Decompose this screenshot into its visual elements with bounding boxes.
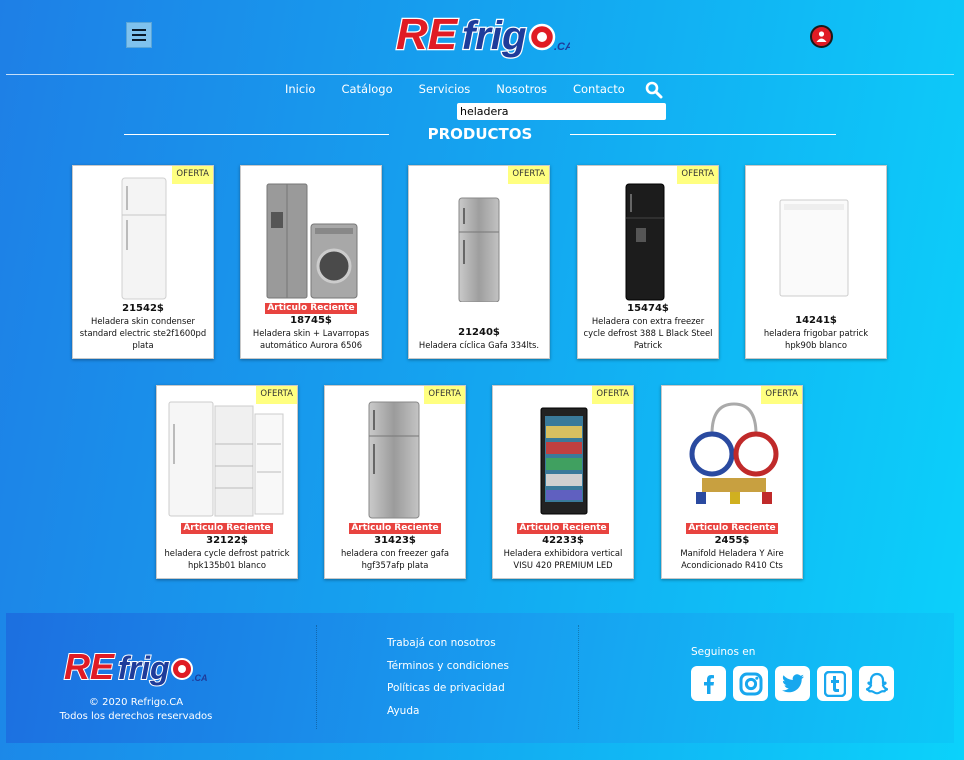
logo[interactable]: RE frig .CA xyxy=(394,4,573,62)
footer-link-privacidad[interactable]: Políticas de privacidad xyxy=(387,682,509,705)
svg-text:RE: RE xyxy=(396,10,459,59)
header-divider xyxy=(6,74,954,75)
product-card[interactable]: OFERTA Articulo Reciente 32122$ heladera… xyxy=(156,385,298,579)
product-price: 14241$ xyxy=(795,315,837,326)
oferta-badge: OFERTA xyxy=(256,386,297,404)
product-image xyxy=(493,394,633,522)
product-image xyxy=(325,394,465,522)
product-name[interactable]: Heladera cíclica Gafa 334lts. xyxy=(413,339,545,351)
follow-label: Seguinos en xyxy=(691,646,756,658)
product-card[interactable]: OFERTA Articulo Reciente 31423$ heladera… xyxy=(324,385,466,579)
product-image xyxy=(241,174,381,302)
svg-text:.CA: .CA xyxy=(192,673,208,683)
product-name[interactable]: heladera cycle defrost patrick hpk135b01… xyxy=(161,547,293,571)
product-name[interactable]: Heladera skin + Lavarropas automático Au… xyxy=(245,327,377,351)
copyright-text: © 2020 Refrigo.CA xyxy=(88,697,184,708)
rights-text: Todos los derechos reservados xyxy=(59,711,213,722)
product-card[interactable]: OFERTA 21240$ Heladera cíclica Gafa 334l… xyxy=(408,165,550,359)
svg-text:RE: RE xyxy=(64,646,115,687)
social-links xyxy=(691,666,894,701)
nav-item-servicios[interactable]: Servicios xyxy=(419,82,471,96)
product-price: 21542$ xyxy=(122,303,164,314)
product-card[interactable]: OFERTA Articulo Reciente 2455$ Manifold … xyxy=(661,385,803,579)
product-card[interactable]: OFERTA Articulo Reciente 42233$ Heladera… xyxy=(492,385,634,579)
reciente-tag: Articulo Reciente xyxy=(181,523,273,534)
product-image xyxy=(157,394,297,522)
product-image xyxy=(662,394,802,522)
oferta-badge: OFERTA xyxy=(677,166,718,184)
product-name[interactable]: heladera con freezer gafa hgf357afp plat… xyxy=(329,547,461,571)
product-card[interactable]: OFERTA 15474$ Heladera con extra freezer… xyxy=(577,165,719,359)
product-image xyxy=(409,174,549,303)
footer-logo[interactable]: RE frig .CA xyxy=(62,641,208,693)
nav-item-contacto[interactable]: Contacto xyxy=(573,82,625,96)
refrigo-logo-icon: RE frig .CA xyxy=(395,9,573,61)
product-image xyxy=(73,174,213,302)
svg-text:.CA: .CA xyxy=(554,41,570,53)
oferta-badge: OFERTA xyxy=(172,166,213,184)
reciente-tag: Articulo Reciente xyxy=(265,303,357,314)
oferta-badge: OFERTA xyxy=(508,166,549,184)
product-price: 15474$ xyxy=(627,303,669,314)
footer-links: Trabajá con nosotros Términos y condicio… xyxy=(387,637,509,728)
product-name[interactable]: Heladera skin condenser standard electri… xyxy=(77,315,209,351)
tumblr-icon[interactable] xyxy=(817,666,852,701)
twitter-icon[interactable] xyxy=(775,666,810,701)
product-image xyxy=(578,174,718,302)
nav-item-catalogo[interactable]: Catálogo xyxy=(341,82,392,96)
nav-item-inicio[interactable]: Inicio xyxy=(285,82,315,96)
footer: RE frig .CA © 2020 Refrigo.CA Todos los … xyxy=(6,613,954,743)
product-price: 42233$ xyxy=(542,535,584,546)
search-icon[interactable] xyxy=(645,81,663,99)
product-price: 21240$ xyxy=(458,327,500,338)
main-nav: Inicio Catálogo Servicios Nosotros Conta… xyxy=(285,82,651,96)
facebook-icon[interactable] xyxy=(691,666,726,701)
product-card[interactable]: OFERTA 21542$ Heladera skin condenser st… xyxy=(72,165,214,359)
product-name[interactable]: Heladera exhibidora vertical VISU 420 PR… xyxy=(497,547,629,571)
hamburger-icon xyxy=(132,29,146,41)
footer-link-trabaja[interactable]: Trabajá con nosotros xyxy=(387,637,509,660)
footer-link-terminos[interactable]: Términos y condiciones xyxy=(387,660,509,683)
title-line-left xyxy=(124,134,389,135)
product-price: 32122$ xyxy=(206,535,248,546)
footer-link-ayuda[interactable]: Ayuda xyxy=(387,705,509,728)
instagram-icon[interactable] xyxy=(733,666,768,701)
product-price: 18745$ xyxy=(290,315,332,326)
product-card[interactable]: Articulo Reciente 18745$ Heladera skin +… xyxy=(240,165,382,359)
section-title: PRODUCTOS xyxy=(427,125,533,143)
footer-divider xyxy=(316,625,317,729)
snapchat-icon[interactable] xyxy=(859,666,894,701)
product-name[interactable]: Heladera con extra freezer cycle defrost… xyxy=(582,315,714,351)
refrigo-logo-icon: RE frig .CA xyxy=(63,645,208,688)
product-name[interactable]: heladera frigobar patrick hpk90b blanco xyxy=(750,327,882,351)
title-line-right xyxy=(570,134,836,135)
user-account-icon[interactable] xyxy=(810,25,833,48)
reciente-tag: Articulo Reciente xyxy=(517,523,609,534)
reciente-tag: Articulo Reciente xyxy=(349,523,441,534)
footer-divider xyxy=(578,625,579,729)
oferta-badge: OFERTA xyxy=(761,386,802,404)
reciente-tag: Articulo Reciente xyxy=(686,523,778,534)
footer-copyright: © 2020 Refrigo.CA Todos los derechos res… xyxy=(36,696,236,724)
product-price: 31423$ xyxy=(374,535,416,546)
svg-text:frig: frig xyxy=(118,650,170,686)
product-card[interactable]: 14241$ heladera frigobar patrick hpk90b … xyxy=(745,165,887,359)
svg-text:frig: frig xyxy=(462,14,526,58)
oferta-badge: OFERTA xyxy=(592,386,633,404)
product-price: 2455$ xyxy=(714,535,750,546)
nav-item-nosotros[interactable]: Nosotros xyxy=(496,82,547,96)
menu-button[interactable] xyxy=(126,22,152,48)
product-name[interactable]: Manifold Heladera Y Aire Acondicionado R… xyxy=(666,547,798,571)
product-image xyxy=(746,174,886,302)
search-input[interactable] xyxy=(457,103,666,120)
oferta-badge: OFERTA xyxy=(424,386,465,404)
